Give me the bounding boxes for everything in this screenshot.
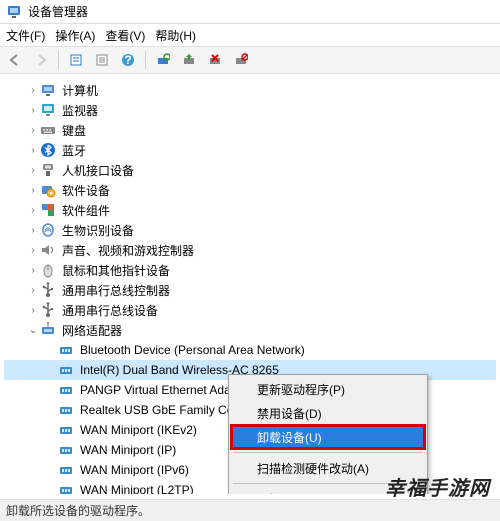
usb-icon: [40, 282, 56, 298]
scan-hardware-button[interactable]: [152, 49, 174, 71]
window-title: 设备管理器: [28, 3, 88, 20]
tree-item-label: 软件设备: [60, 181, 112, 200]
tree-category[interactable]: › 生物识别设备: [4, 220, 496, 240]
tree-category[interactable]: ⌄ 网络适配器: [4, 320, 496, 340]
back-button[interactable]: [4, 49, 26, 71]
tree-item-label: WAN Miniport (L2TP): [78, 482, 196, 494]
menu-action[interactable]: 操作(A): [55, 27, 95, 44]
disable-device-button[interactable]: [230, 49, 252, 71]
ctx-uninstall-device[interactable]: 卸载设备(U): [231, 425, 425, 449]
collapse-icon[interactable]: ⌄: [26, 325, 40, 336]
expand-icon[interactable]: ›: [26, 265, 40, 276]
ctx-update-driver[interactable]: 更新驱动程序(P): [231, 377, 425, 401]
help-button[interactable]: ?: [117, 49, 139, 71]
netadapter-icon: [58, 422, 74, 438]
monitor-icon: [40, 102, 56, 118]
tree-category[interactable]: › 键盘: [4, 120, 496, 140]
tree-category[interactable]: › 鼠标和其他指针设备: [4, 260, 496, 280]
biometric-icon: [40, 222, 56, 238]
tree-item-label: 人机接口设备: [60, 161, 136, 180]
expand-icon[interactable]: ›: [26, 305, 40, 316]
bluetooth-icon: [40, 142, 56, 158]
mouse-icon: [40, 262, 56, 278]
netadapter-icon: [58, 362, 74, 378]
title-bar: 设备管理器: [0, 0, 500, 24]
usb-icon: [40, 302, 56, 318]
update-driver-button[interactable]: [178, 49, 200, 71]
ctx-disable-device[interactable]: 禁用设备(D): [231, 401, 425, 425]
expand-icon[interactable]: ›: [26, 145, 40, 156]
expand-icon[interactable]: ›: [26, 245, 40, 256]
tree-item-label: WAN Miniport (IKEv2): [78, 422, 199, 438]
ctx-separator: [233, 452, 423, 453]
details-button[interactable]: [91, 49, 113, 71]
tree-category[interactable]: › 软件设备: [4, 180, 496, 200]
netadapter-icon: [58, 342, 74, 358]
tree-item-label: WAN Miniport (IPv6): [78, 462, 191, 478]
uninstall-device-button[interactable]: [204, 49, 226, 71]
expand-icon[interactable]: ›: [26, 185, 40, 196]
software-component-icon: [40, 202, 56, 218]
svg-text:?: ?: [124, 53, 131, 67]
tree-item-label: 蓝牙: [60, 141, 88, 160]
hid-icon: [40, 162, 56, 178]
tree-category[interactable]: › 软件组件: [4, 200, 496, 220]
tree-item-label: 生物识别设备: [60, 221, 136, 240]
tree-item-label: 软件组件: [60, 201, 112, 220]
expand-icon[interactable]: ›: [26, 285, 40, 296]
tree-item-label: WAN Miniport (IP): [78, 442, 178, 458]
netadapter-icon: [58, 382, 74, 398]
tree-category[interactable]: › 计算机: [4, 80, 496, 100]
toolbar-separator: [145, 51, 146, 69]
netadapter-icon: [58, 402, 74, 418]
tree-item-label: Bluetooth Device (Personal Area Network): [78, 342, 307, 358]
tree-item-label: 计算机: [60, 81, 100, 100]
tree-item-label: 通用串行总线设备: [60, 301, 160, 320]
menu-view[interactable]: 查看(V): [105, 27, 145, 44]
tree-category[interactable]: › 蓝牙: [4, 140, 496, 160]
forward-button[interactable]: [30, 49, 52, 71]
expand-icon[interactable]: ›: [26, 165, 40, 176]
tree-category[interactable]: › 通用串行总线控制器: [4, 280, 496, 300]
watermark: 幸福手游网: [385, 472, 490, 501]
toolbar-separator: [58, 51, 59, 69]
expand-icon[interactable]: ›: [26, 225, 40, 236]
tree-item-label: 鼠标和其他指针设备: [60, 261, 172, 280]
tree-category[interactable]: › 通用串行总线设备: [4, 300, 496, 320]
tree-item-label: 键盘: [60, 121, 88, 140]
sound-icon: [40, 242, 56, 258]
tree-category[interactable]: › 监视器: [4, 100, 496, 120]
menu-file[interactable]: 文件(F): [6, 27, 45, 44]
tree-item-label: 监视器: [60, 101, 100, 120]
netadapter-icon: [58, 442, 74, 458]
netadapter-icon: [58, 462, 74, 478]
status-bar: 卸载所选设备的驱动程序。: [0, 499, 500, 521]
device-tree[interactable]: › 计算机 › 监视器 › 键盘 › 蓝牙 › 人机接口设备 › 软件设备 › 软件组件 › 生物识别设备 › 声…: [0, 74, 500, 494]
netadapter-icon: [58, 482, 74, 494]
menu-bar: 文件(F) 操作(A) 查看(V) 帮助(H): [0, 24, 500, 46]
expand-icon[interactable]: ›: [26, 205, 40, 216]
toolbar: ?: [0, 46, 500, 74]
tree-item-label: 声音、视频和游戏控制器: [60, 241, 196, 260]
expand-icon[interactable]: ›: [26, 85, 40, 96]
tree-category[interactable]: › 人机接口设备: [4, 160, 496, 180]
software-device-icon: [40, 182, 56, 198]
tree-device[interactable]: Bluetooth Device (Personal Area Network): [4, 340, 496, 360]
status-text: 卸载所选设备的驱动程序。: [6, 502, 150, 519]
tree-item-label: 网络适配器: [60, 321, 124, 340]
expand-icon[interactable]: ›: [26, 125, 40, 136]
tree-item-label: 通用串行总线控制器: [60, 281, 172, 300]
properties-button[interactable]: [65, 49, 87, 71]
network-icon: [40, 322, 56, 338]
tree-category[interactable]: › 声音、视频和游戏控制器: [4, 240, 496, 260]
device-manager-icon: [6, 4, 22, 20]
keyboard-icon: [40, 122, 56, 138]
computer-icon: [40, 82, 56, 98]
menu-help[interactable]: 帮助(H): [155, 27, 196, 44]
expand-icon[interactable]: ›: [26, 105, 40, 116]
